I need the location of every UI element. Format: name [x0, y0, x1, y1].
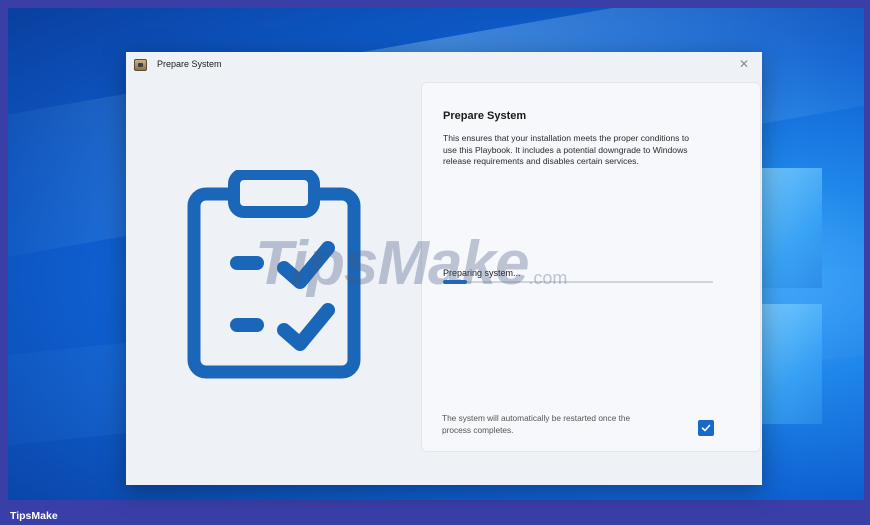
restart-checkbox[interactable]: [698, 420, 714, 436]
restart-note: The system will automatically be restart…: [442, 413, 631, 435]
tipsmake-watermark: TipsMake.com: [255, 228, 567, 299]
checkmark-icon: [701, 424, 711, 432]
card-description: This ensures that your installation meet…: [443, 133, 690, 166]
watermark-suffix: .com: [528, 268, 568, 288]
footer-brand-label: TipsMake: [10, 510, 58, 522]
window-title: Prepare System: [157, 59, 222, 69]
app-package-icon: [134, 59, 147, 71]
windows-logo-pane: [760, 304, 822, 424]
watermark-brand: TipsMake: [255, 229, 529, 298]
windows-logo-pane: [760, 168, 822, 288]
title-bar[interactable]: Prepare System ✕: [126, 52, 762, 78]
close-button[interactable]: ✕: [736, 56, 752, 72]
card-title: Prepare System: [443, 110, 527, 122]
